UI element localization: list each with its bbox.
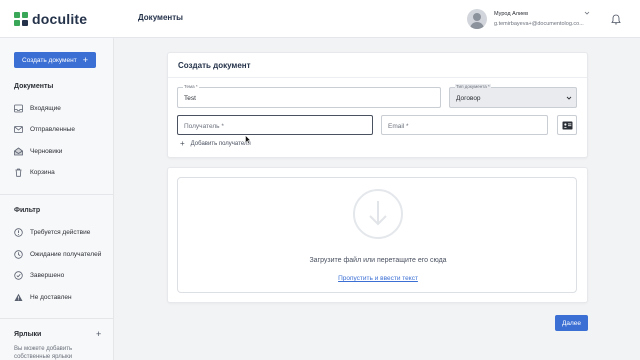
trash-icon (14, 168, 23, 177)
sidebar-item-label: Отправленные (30, 125, 75, 133)
user-name[interactable]: Мурод Алиев (494, 11, 528, 17)
clock-icon (14, 249, 23, 259)
inbox-icon (14, 104, 23, 113)
page-title: Документы (138, 13, 183, 22)
logo[interactable]: doculite (14, 11, 87, 27)
create-document-label: Создать документ (22, 56, 77, 64)
upload-arrow-icon (353, 189, 403, 239)
topic-field-label: Тема * (183, 84, 199, 89)
warning-triangle-icon (14, 293, 23, 302)
sidebar-item-drafts[interactable]: Черновики (14, 144, 110, 158)
filter-section-title: Фильтр (14, 207, 41, 214)
plus-icon: + (180, 139, 185, 148)
mouse-cursor-icon (245, 135, 251, 144)
plus-icon: + (82, 55, 88, 65)
add-recipient-label: Добавить получателя (190, 141, 251, 147)
filter-label: Не доставлен (30, 293, 72, 301)
filter-action-required[interactable]: Требуется действие (14, 225, 110, 239)
skip-and-enter-text-link[interactable]: Пропустить и ввести текст (178, 275, 578, 282)
drafts-icon (14, 147, 23, 156)
sidebar: Создать документ + Документы Входящие От… (0, 38, 114, 360)
chevron-down-icon[interactable] (584, 10, 590, 16)
labels-section-title: Ярлыки (14, 331, 42, 338)
avatar[interactable] (467, 9, 487, 29)
recipient-placeholder: Получатель * (184, 123, 224, 130)
chevron-down-icon (566, 96, 572, 100)
document-type-select[interactable]: Тип документа * Договор (449, 84, 577, 108)
sidebar-item-trash[interactable]: Корзина (14, 165, 110, 179)
topic-field[interactable]: Тема * Test (177, 84, 441, 108)
sidebar-item-label: Корзина (30, 168, 55, 176)
sidebar-item-sent[interactable]: Отправленные (14, 122, 110, 136)
contact-card-icon (562, 121, 573, 130)
top-bar: doculite Документы Мурод Алиев g.temirba… (0, 0, 640, 38)
sent-mail-icon (14, 125, 23, 134)
add-recipient-button[interactable]: + Добавить получателя (180, 139, 251, 148)
documents-section-title: Документы (14, 83, 54, 90)
sidebar-item-label: Черновики (30, 147, 63, 155)
filter-completed[interactable]: Завершено (14, 268, 110, 282)
file-dropzone[interactable]: Загрузите файл или перетащите его сюда П… (177, 177, 577, 293)
recipient-input[interactable]: Получатель * (177, 115, 373, 135)
alert-circle-icon (14, 227, 23, 237)
add-label-button[interactable]: + (96, 329, 101, 339)
document-type-value: Договор (456, 95, 481, 102)
document-type-label: Тип документа * (455, 84, 491, 89)
sidebar-item-inbox[interactable]: Входящие (14, 101, 110, 115)
upload-instruction: Загрузите файл или перетащите его сюда (309, 257, 447, 264)
divider (168, 77, 587, 78)
email-input[interactable]: Email * (381, 115, 548, 135)
bell-icon[interactable] (611, 14, 621, 25)
create-document-button[interactable]: Создать документ + (14, 52, 96, 68)
card-title: Создать документ (178, 61, 251, 70)
divider (0, 318, 114, 319)
filter-label: Ожидание получателей (30, 250, 102, 258)
user-email: g.temirbayeva+@documentolog.co... (494, 21, 584, 27)
logo-text: doculite (32, 11, 88, 27)
filter-label: Требуется действие (30, 228, 91, 236)
labels-hint: Вы можете добавить собственные ярлыки (14, 346, 73, 360)
topic-field-value: Test (184, 95, 196, 102)
email-placeholder: Email * (388, 123, 409, 130)
sidebar-item-label: Входящие (30, 104, 61, 112)
logo-mark-icon (14, 12, 28, 26)
contacts-button[interactable] (557, 115, 577, 135)
check-circle-icon (14, 270, 23, 280)
next-button[interactable]: Далее (555, 315, 588, 331)
divider (0, 194, 114, 195)
filter-label: Завершено (30, 271, 65, 279)
filter-not-delivered[interactable]: Не доставлен (14, 290, 110, 304)
filter-awaiting-recipients[interactable]: Ожидание получателей (14, 247, 110, 261)
